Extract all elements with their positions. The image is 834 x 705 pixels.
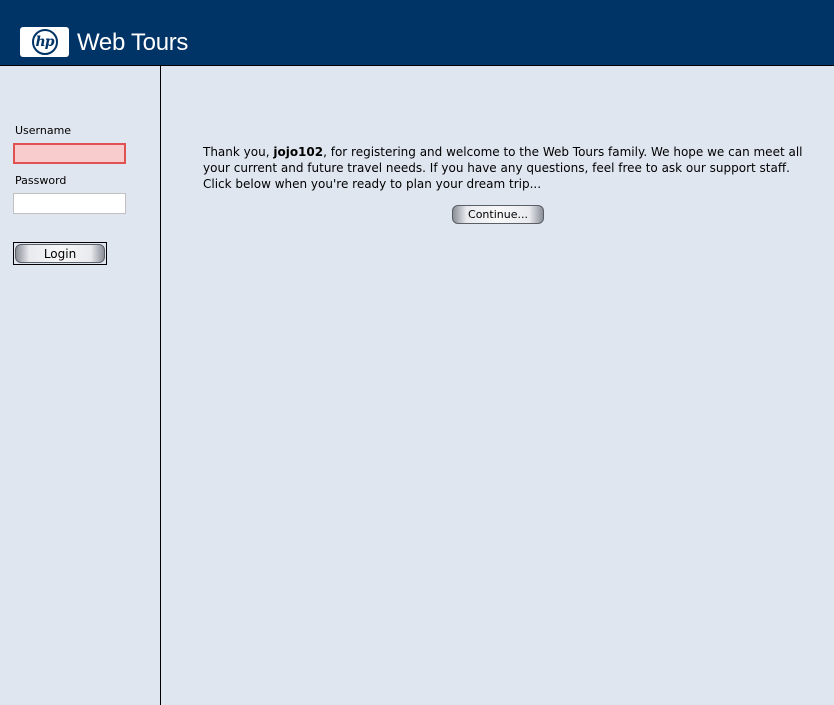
welcome-message: Thank you, jojo102, for registering and … (203, 144, 803, 192)
hp-logo: hp (20, 27, 69, 57)
app-title: Web Tours (77, 29, 189, 56)
username-input[interactable] (13, 143, 126, 164)
main-content: Thank you, jojo102, for registering and … (161, 66, 834, 705)
login-sidebar: Username Password Login (0, 66, 161, 705)
continue-button[interactable]: Continue... (452, 205, 544, 224)
login-button[interactable]: Login (15, 244, 105, 263)
registered-username: jojo102 (273, 145, 324, 159)
username-label: Username (15, 124, 72, 137)
welcome-prefix: Thank you, (203, 145, 274, 159)
app-header: hp Web Tours (0, 0, 834, 66)
hp-logo-icon: hp (31, 29, 58, 55)
login-button-frame: Login (13, 242, 107, 265)
password-label: Password (15, 174, 67, 187)
password-input[interactable] (13, 193, 126, 214)
